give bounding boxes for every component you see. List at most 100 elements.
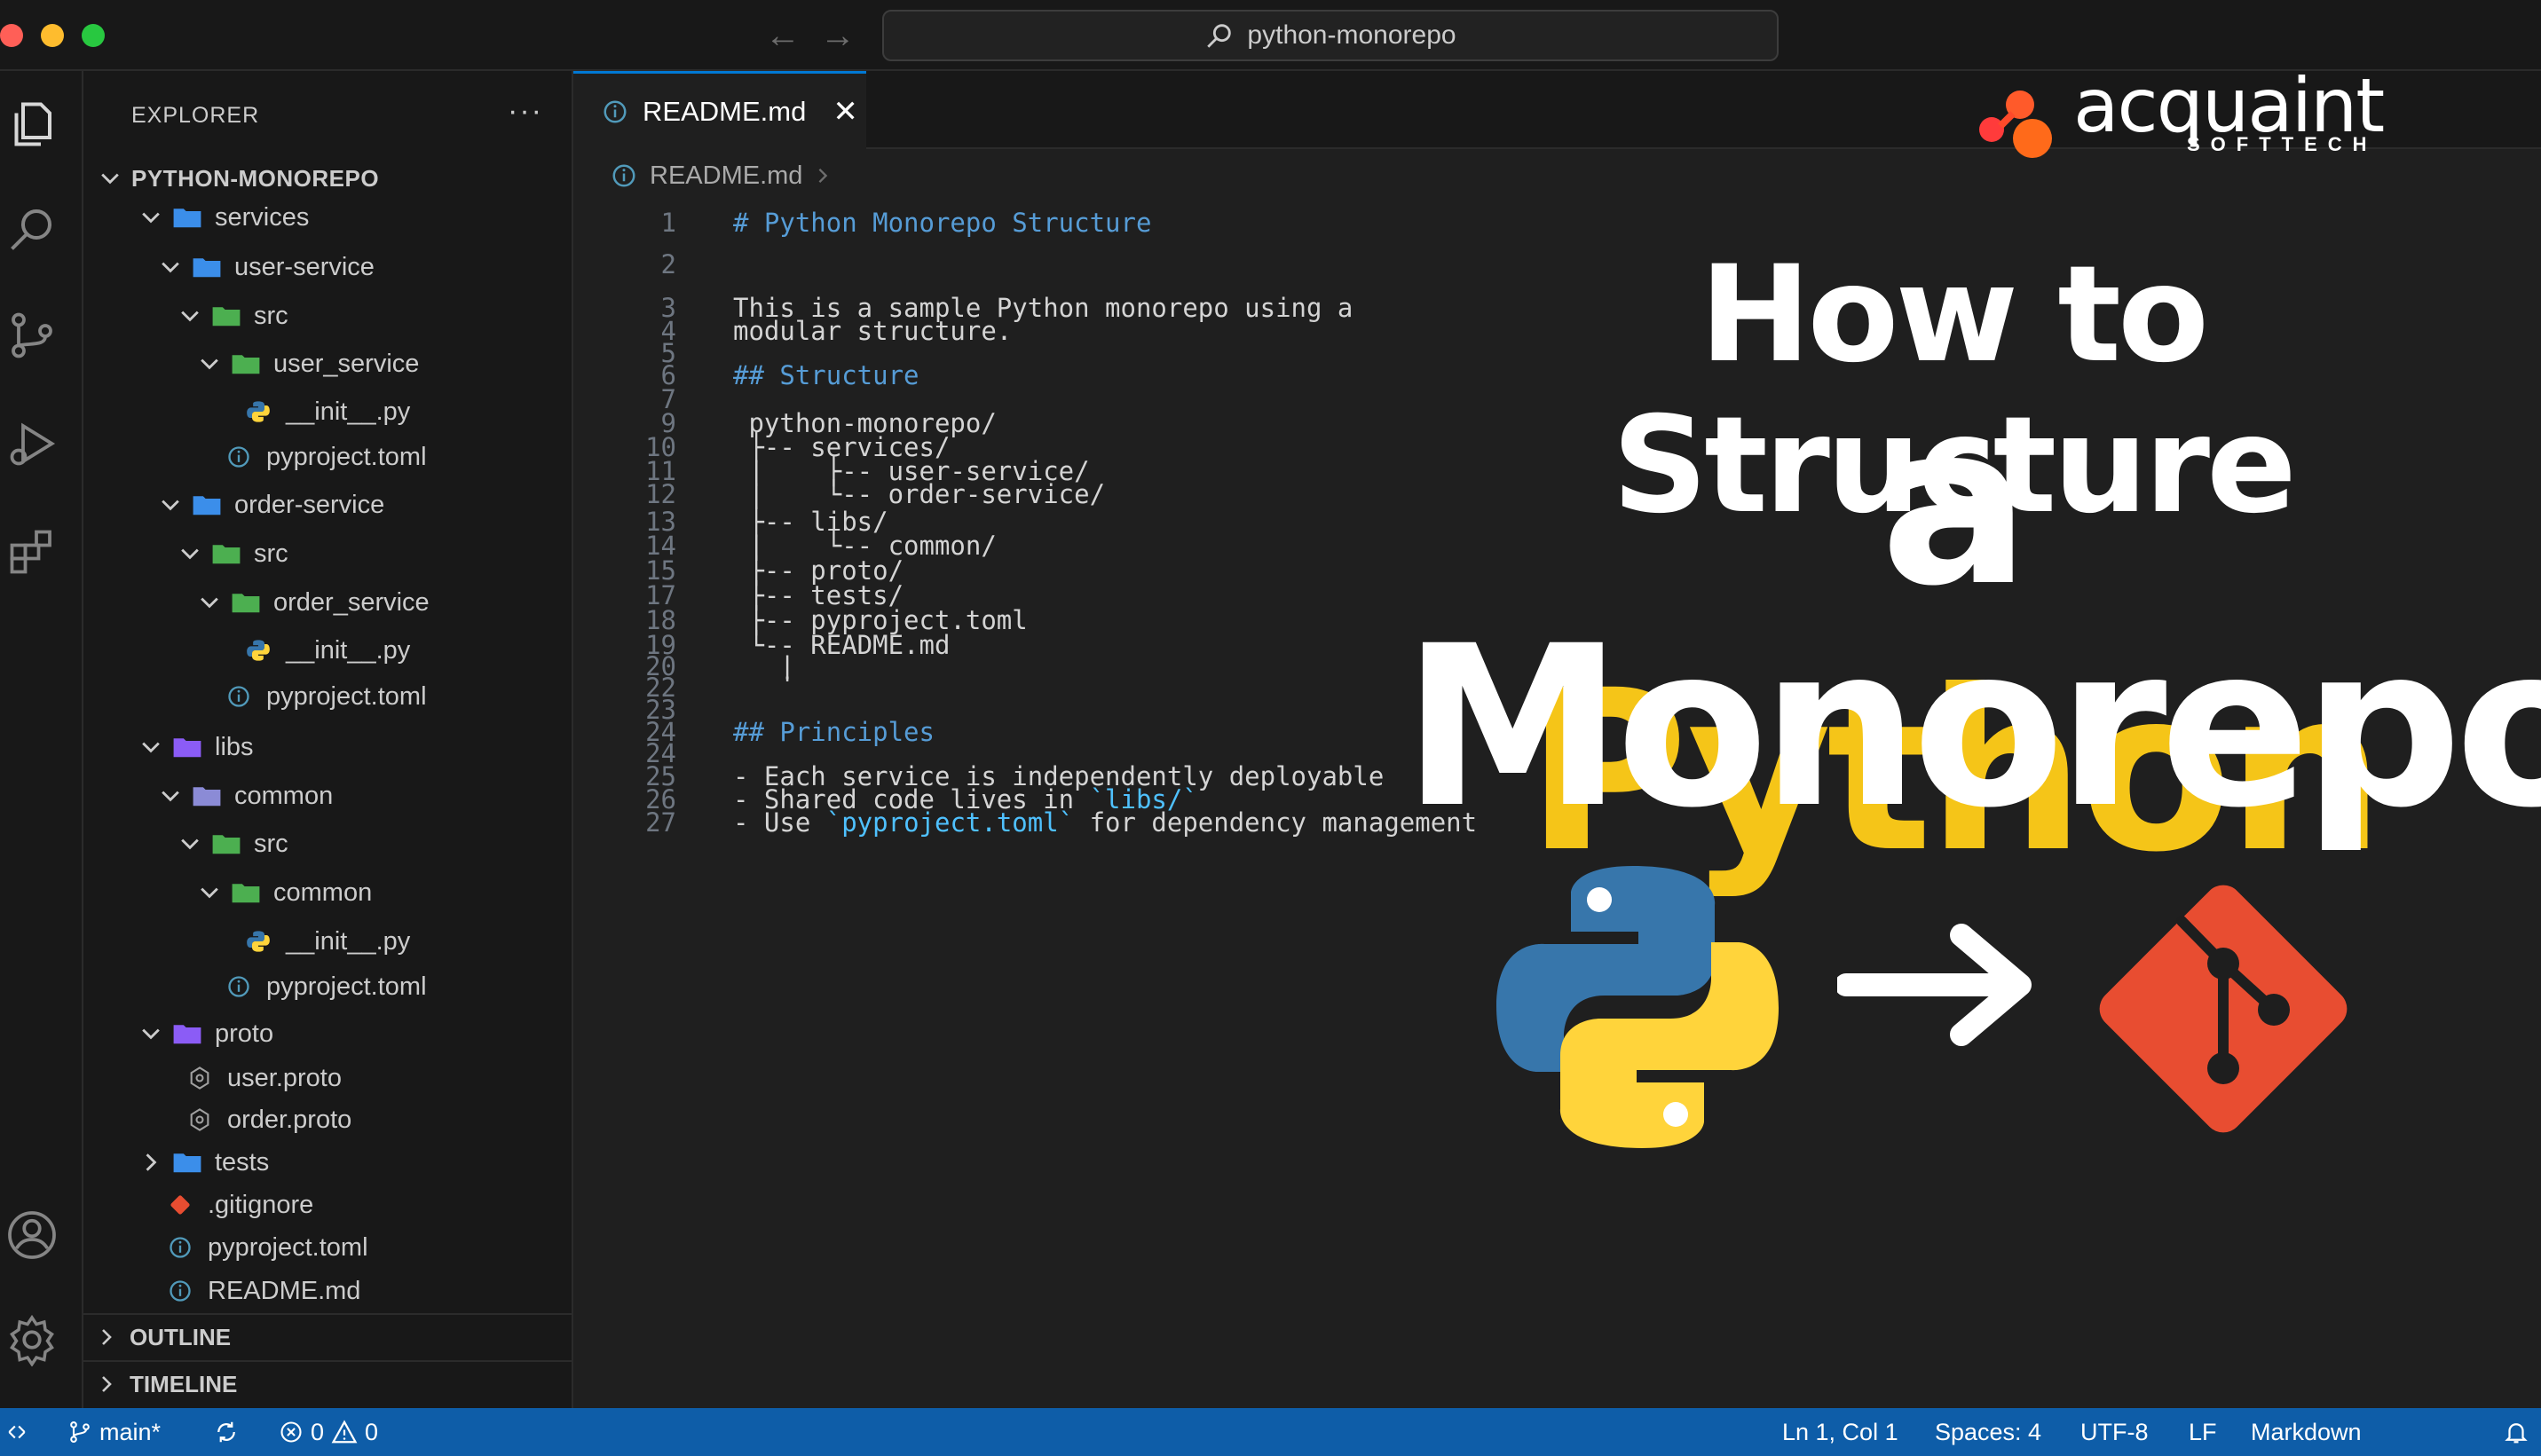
tree-item-label: pyproject.toml	[266, 442, 427, 471]
tree-file[interactable]: pyproject.toml	[83, 964, 572, 1009]
search-icon	[1207, 24, 1232, 48]
indentation-setting[interactable]: Spaces: 4	[1935, 1408, 2041, 1456]
language-mode[interactable]: Markdown	[2251, 1408, 2362, 1456]
cursor-position[interactable]: Ln 1, Col 1	[1782, 1408, 1898, 1456]
tree-file[interactable]: pyproject.toml	[83, 674, 572, 719]
command-center-label: python-monorepo	[1247, 20, 1456, 50]
workspace-root-label: PYTHON-MONOREPO	[131, 164, 380, 192]
sync-button[interactable]	[213, 1408, 240, 1456]
tree-folder[interactable]: common	[83, 870, 572, 915]
info-file-icon	[224, 683, 254, 710]
tree-folder[interactable]: src	[83, 531, 572, 576]
tree-item-label: pyproject.toml	[266, 681, 427, 711]
error-count: 0	[311, 1418, 325, 1445]
code-line[interactable]: 2	[573, 244, 1550, 285]
tree-item-label: __init__.py	[286, 926, 411, 956]
tree-item-label: order_service	[273, 587, 430, 617]
tree-file[interactable]: .gitignore	[83, 1183, 572, 1227]
tree-folder[interactable]: order_service	[83, 580, 572, 625]
tree-folder[interactable]: tests	[83, 1140, 572, 1184]
run-debug-icon[interactable]	[5, 417, 59, 470]
workspace-root[interactable]: PYTHON-MONOREPO	[83, 156, 572, 201]
tree-folder[interactable]: src	[83, 294, 572, 338]
git-branch-icon	[70, 1421, 90, 1444]
encoding-setting[interactable]: UTF-8	[2080, 1408, 2149, 1456]
source-control-icon[interactable]	[5, 309, 59, 362]
activity-bar	[0, 71, 83, 1408]
tree-item-label: pyproject.toml	[266, 972, 427, 1001]
explorer-header: EXPLORER	[131, 103, 260, 128]
branch-indicator[interactable]: main*	[67, 1408, 161, 1456]
outline-section[interactable]: OUTLINE	[83, 1313, 572, 1359]
tab-close-button[interactable]: ✕	[833, 94, 858, 130]
chevron-down-icon	[178, 541, 202, 566]
maximize-window-button[interactable]	[82, 24, 105, 47]
tree-file[interactable]: pyproject.toml	[83, 1225, 572, 1270]
tree-item-label: pyproject.toml	[208, 1232, 368, 1262]
tree-file[interactable]: order.proto	[83, 1098, 572, 1142]
chevron-down-icon	[197, 590, 222, 615]
tree-item-label: services	[215, 202, 310, 232]
tree-folder[interactable]: src	[83, 822, 572, 866]
folder-icon	[231, 879, 261, 906]
forward-arrow-icon[interactable]: →	[820, 16, 856, 55]
chevron-down-icon	[197, 351, 222, 376]
tree-folder[interactable]: proto	[83, 1011, 572, 1056]
tree-item-label: src	[254, 301, 288, 330]
back-arrow-icon[interactable]: ←	[765, 16, 801, 55]
problems-indicator[interactable]: 0 0	[279, 1408, 378, 1456]
git-file-icon	[165, 1192, 195, 1218]
chevron-down-icon	[138, 1021, 163, 1046]
proto-file-icon	[185, 1065, 215, 1091]
git-logo-icon	[2099, 885, 2348, 1133]
tree-item-label: tests	[215, 1147, 270, 1177]
close-window-button[interactable]	[0, 24, 23, 47]
tree-file[interactable]: __init__.py	[83, 919, 572, 964]
search-icon[interactable]	[5, 202, 59, 256]
breadcrumb: README.md	[611, 156, 831, 195]
tree-folder[interactable]: user-service	[83, 245, 572, 289]
code-line[interactable]: 1 # Python Monorepo Structure	[573, 202, 1550, 243]
explorer-files-icon[interactable]	[5, 98, 59, 151]
code-line-text: - Use `pyproject.toml` for dependency ma…	[733, 807, 1478, 838]
tree-folder[interactable]: common	[83, 774, 572, 818]
tab-readme[interactable]: README.md ✕	[573, 71, 866, 149]
notifications-button[interactable]	[2503, 1408, 2529, 1456]
tree-file[interactable]: pyproject.toml	[83, 435, 572, 479]
minimize-window-button[interactable]	[41, 24, 64, 47]
tree-item-label: common	[273, 878, 373, 907]
account-icon[interactable]	[5, 1208, 59, 1262]
tree-item-label: __init__.py	[286, 397, 411, 426]
breadcrumb-file[interactable]: README.md	[650, 161, 802, 191]
info-icon	[612, 164, 635, 187]
tree-file[interactable]: __init__.py	[83, 390, 572, 434]
brand-subtitle: SOFTTECH	[2187, 133, 2378, 155]
settings-gear-icon[interactable]	[5, 1313, 59, 1366]
tree-item-label: user_service	[273, 349, 420, 378]
tree-file[interactable]: README.md	[83, 1269, 572, 1313]
tree-folder[interactable]: order-service	[83, 483, 572, 527]
tree-folder[interactable]: services	[83, 195, 572, 240]
title-line-3: Monorepo	[1402, 598, 2541, 856]
eol-setting[interactable]: LF	[2189, 1408, 2217, 1456]
info-icon	[604, 100, 627, 122]
chevron-down-icon	[158, 492, 183, 517]
remote-indicator[interactable]	[5, 1408, 28, 1456]
tree-item-label: libs	[215, 732, 254, 761]
tree-folder[interactable]: user_service	[83, 342, 572, 386]
timeline-label: TIMELINE	[130, 1370, 238, 1397]
tab-label: README.md	[643, 95, 807, 127]
tree-folder[interactable]: libs	[83, 725, 572, 769]
python-file-icon	[243, 637, 273, 664]
folder-icon	[192, 254, 222, 280]
tree-file[interactable]: __init__.py	[83, 628, 572, 673]
tree-item-label: order.proto	[227, 1105, 352, 1134]
warning-icon	[331, 1420, 358, 1444]
python-file-icon	[243, 928, 273, 955]
timeline-section[interactable]: TIMELINE	[83, 1360, 572, 1406]
command-center-search[interactable]: python-monorepo	[882, 10, 1779, 61]
tree-file[interactable]: user.proto	[83, 1056, 572, 1100]
more-actions-button[interactable]: ···	[508, 94, 543, 129]
extensions-icon[interactable]	[5, 525, 59, 578]
folder-icon	[231, 350, 261, 377]
